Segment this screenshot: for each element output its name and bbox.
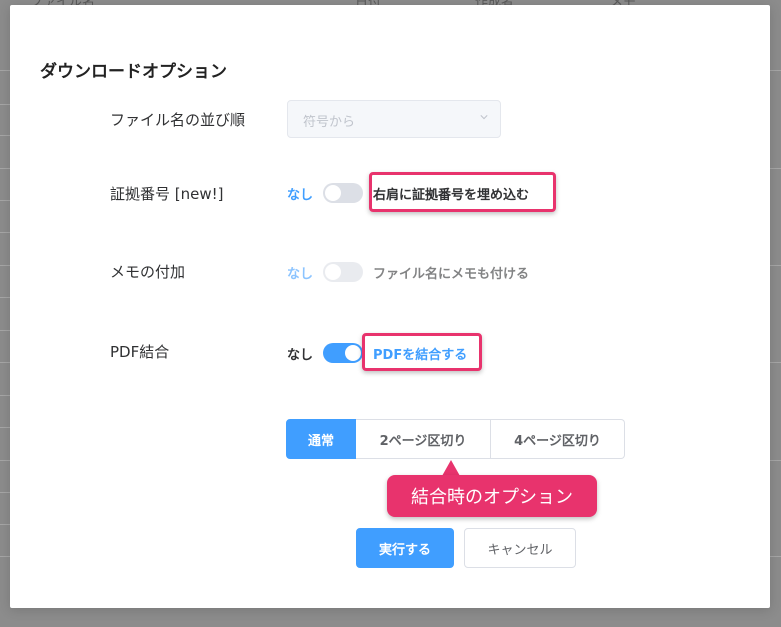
switch-knob xyxy=(325,185,342,201)
execute-button[interactable]: 実行する xyxy=(356,528,454,568)
download-options-dialog: ダウンロードオプション ファイル名の並び順 符号から 証拠番号 [new!] な… xyxy=(10,5,770,608)
callout-arrow xyxy=(442,460,460,476)
merge-option-normal[interactable]: 通常 xyxy=(286,419,356,459)
switch-knob xyxy=(345,345,362,361)
merge-options-callout: 結合時のオプション xyxy=(387,475,597,517)
evidence-number-label: 証拠番号 [new!] xyxy=(110,185,224,203)
switch-knob xyxy=(325,264,342,280)
sort-order-value: 符号から xyxy=(303,115,356,130)
sort-order-select[interactable]: 符号から xyxy=(287,100,501,138)
pdf-off-label: なし xyxy=(287,347,314,363)
evidence-highlight-box xyxy=(369,172,556,212)
memo-label: メモの付加 xyxy=(110,263,186,281)
bg-row-line xyxy=(769,265,781,266)
evidence-number-switch[interactable] xyxy=(323,183,364,203)
cancel-button[interactable]: キャンセル xyxy=(464,528,576,568)
bg-row-line xyxy=(769,556,781,557)
merge-option-2pages[interactable]: 2ページ区切り xyxy=(356,419,491,459)
evidence-off-label: なし xyxy=(287,187,314,203)
merge-options-group: 通常 2ページ区切り 4ページ区切り xyxy=(286,419,625,459)
bg-row-line xyxy=(769,460,781,461)
bg-row-line xyxy=(769,168,781,169)
sort-order-label: ファイル名の並び順 xyxy=(110,111,246,129)
pdf-merge-label: PDF結合 xyxy=(110,343,170,361)
memo-on-label: ファイル名にメモも付ける xyxy=(373,266,530,282)
bg-row-line xyxy=(769,70,781,71)
memo-switch[interactable] xyxy=(323,262,364,282)
bg-row-line xyxy=(769,362,781,363)
chevron-down-icon xyxy=(480,115,488,120)
pdf-merge-highlight-box xyxy=(362,333,482,371)
memo-off-label: なし xyxy=(287,266,314,282)
memo-toggle-row: なし ファイル名にメモも付ける xyxy=(287,260,529,284)
dialog-title: ダウンロードオプション xyxy=(40,62,227,82)
merge-option-4pages[interactable]: 4ページ区切り xyxy=(491,419,625,459)
pdf-merge-switch[interactable] xyxy=(323,343,364,363)
